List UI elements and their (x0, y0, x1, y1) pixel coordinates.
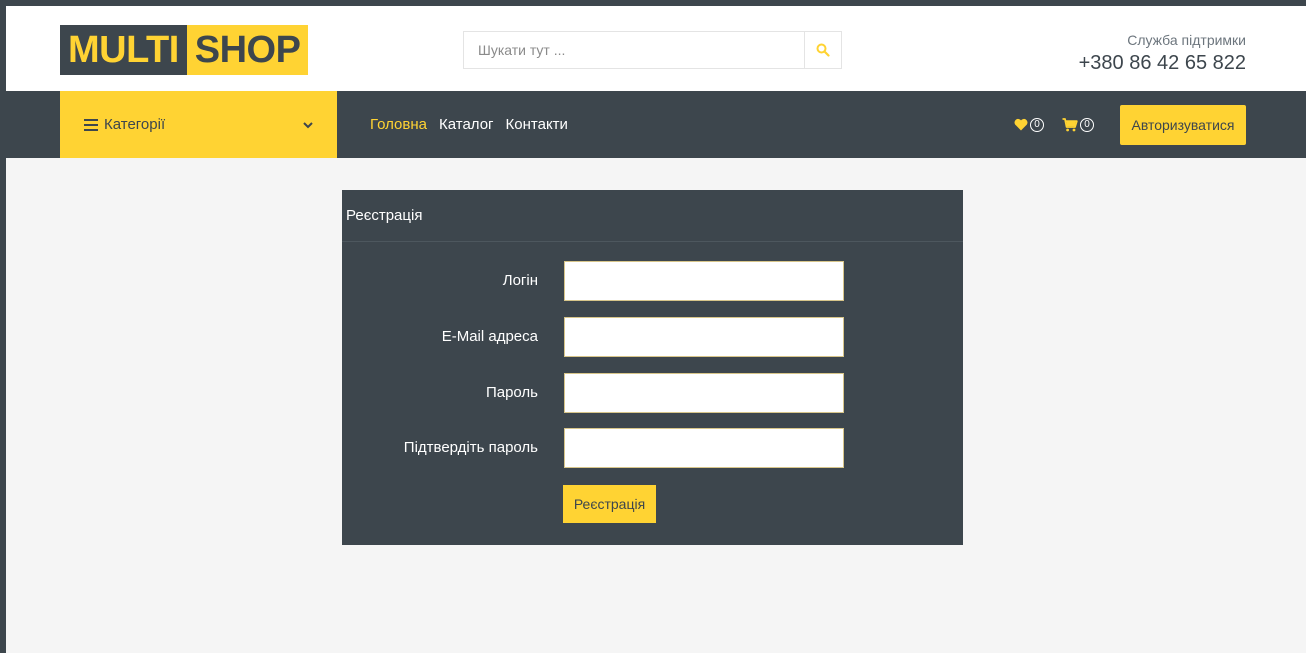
wishlist-count: 0 (1030, 117, 1044, 132)
heart-icon (1014, 118, 1028, 131)
site-header: MULTI SHOP Служба підтримки +380 86 42 6… (6, 6, 1306, 91)
cart-link[interactable]: 0 (1062, 117, 1094, 132)
form-row-confirm-password: Підтвердіть пароль (342, 428, 963, 468)
cart-count: 0 (1080, 117, 1094, 132)
nav-link-catalog[interactable]: Каталог (439, 116, 494, 133)
login-input[interactable] (564, 261, 844, 301)
email-input[interactable] (564, 317, 844, 357)
login-button[interactable]: Авторизуватися (1120, 105, 1246, 145)
categories-label: Категорії (104, 116, 166, 133)
password-label: Пароль (485, 384, 538, 401)
form-row-email: E-Mail адреса (342, 317, 963, 357)
main-navbar: Категорії Головна Каталог Контакти 0 0 А… (6, 91, 1306, 158)
categories-dropdown[interactable]: Категорії (60, 91, 337, 158)
email-label: E-Mail адреса (441, 328, 538, 345)
registration-title: Реєстрація (342, 190, 963, 242)
form-row-login: Логін (342, 261, 963, 301)
form-row-password: Пароль (342, 373, 963, 413)
search-button[interactable] (804, 32, 841, 68)
nav-menu: Головна Каталог Контакти (370, 91, 568, 158)
support-label: Служба підтримки (1127, 32, 1246, 48)
support-block: Служба підтримки +380 86 42 65 822 (1079, 32, 1246, 75)
nav-link-contacts[interactable]: Контакти (506, 116, 568, 133)
chevron-down-icon (303, 121, 313, 128)
password-input[interactable] (564, 373, 844, 413)
login-label: Логін (502, 272, 538, 289)
nav-link-home[interactable]: Головна (370, 116, 427, 133)
logo[interactable]: MULTI SHOP (60, 25, 309, 75)
register-button[interactable]: Реєстрація (563, 485, 656, 523)
support-phone: +380 86 42 65 822 (1078, 52, 1246, 74)
cart-icon (1062, 117, 1078, 131)
confirm-password-input[interactable] (564, 428, 844, 468)
search-input[interactable] (464, 32, 804, 68)
logo-part-multi: MULTI (60, 25, 187, 75)
confirm-password-label: Підтвердіть пароль (403, 439, 538, 456)
wishlist-link[interactable]: 0 (1014, 117, 1044, 132)
menu-icon (84, 118, 98, 131)
search-box (463, 31, 842, 69)
registration-card: Реєстрація Логін E-Mail адреса Пароль Пі… (342, 190, 963, 545)
logo-part-shop: SHOP (186, 25, 309, 75)
search-icon (816, 43, 830, 57)
header-icons: 0 0 (1014, 91, 1094, 158)
